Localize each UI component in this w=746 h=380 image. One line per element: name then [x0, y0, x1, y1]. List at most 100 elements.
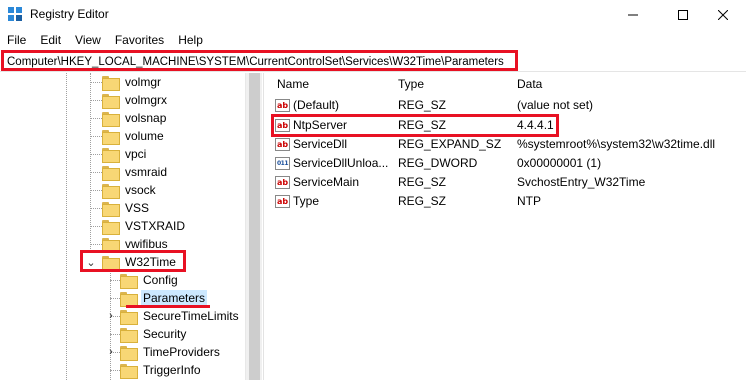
string-value-icon: ab — [275, 195, 290, 208]
tree-item-label: TimeProviders — [143, 345, 220, 359]
tree-connector — [90, 82, 102, 83]
value-name: ServiceMain — [293, 175, 360, 189]
folder-icon — [120, 327, 138, 343]
address-input[interactable]: Computer\HKEY_LOCAL_MACHINE\SYSTEM\Curre… — [1, 50, 518, 71]
value-data: %systemroot%\system32\w32time.dll — [517, 137, 716, 151]
tree-connector — [90, 100, 102, 101]
tree-connector — [90, 190, 102, 191]
folder-icon — [120, 345, 138, 361]
tree-item-vsock[interactable]: vsock — [102, 181, 158, 199]
column-header-data[interactable]: Data — [517, 77, 542, 91]
highlight-box — [271, 114, 559, 137]
value-name: ServiceDllUnloa... — [293, 156, 389, 170]
tree-item-timeproviders[interactable]: TimeProviders — [120, 343, 222, 361]
value-type: REG_EXPAND_SZ — [398, 137, 502, 151]
value-row[interactable]: ab ServiceMain REG_SZ SvchostEntry_W32Ti… — [271, 173, 746, 192]
tree-item-volmgrx[interactable]: volmgrx — [102, 91, 169, 109]
tree-connector — [110, 370, 120, 371]
folder-icon — [102, 219, 120, 235]
menu-view[interactable]: View — [68, 33, 108, 47]
tree-item-label: VSTXRAID — [125, 219, 186, 233]
maximize-icon — [678, 10, 688, 20]
tree-item-label: SecureTimeLimits — [143, 309, 239, 323]
tree-connector — [110, 298, 120, 299]
folder-icon — [102, 201, 120, 217]
chevron-right-icon[interactable]: › — [105, 346, 117, 358]
value-row[interactable]: 011 ServiceDllUnloa... REG_DWORD 0x00000… — [271, 154, 746, 173]
window-title: Registry Editor — [30, 7, 109, 21]
folder-icon — [102, 165, 120, 181]
tree-guide-line — [66, 73, 67, 380]
string-value-icon: ab — [275, 138, 290, 151]
tree-item-config[interactable]: Config — [120, 271, 180, 289]
value-row[interactable]: ab (Default) REG_SZ (value not set) — [271, 96, 746, 115]
tree-item-label: Config — [143, 273, 178, 287]
tree-connector — [90, 154, 102, 155]
tree-item-securetimelimits[interactable]: SecureTimeLimits — [120, 307, 241, 325]
value-type: REG_SZ — [398, 194, 447, 208]
folder-icon — [102, 111, 120, 127]
tree-guide-line — [110, 271, 111, 380]
tree-connector — [90, 226, 102, 227]
tree-item-label: TriggerInfo — [143, 363, 201, 377]
highlight-underline — [126, 305, 210, 308]
folder-icon — [102, 147, 120, 163]
value-type: REG_SZ — [398, 175, 447, 189]
value-type: REG_SZ — [398, 98, 447, 112]
registry-editor-icon — [8, 7, 22, 21]
tree-item-vpci[interactable]: vpci — [102, 145, 148, 163]
folder-icon — [102, 183, 120, 199]
tree-item-label: Parameters — [141, 290, 208, 306]
highlight-box — [80, 250, 186, 272]
tree-connector — [110, 334, 120, 335]
pane-splitter[interactable] — [263, 73, 271, 380]
folder-icon — [102, 129, 120, 145]
value-type: REG_DWORD — [398, 156, 478, 170]
menu-favorites[interactable]: Favorites — [108, 33, 171, 47]
value-row[interactable]: ab ServiceDll REG_EXPAND_SZ %systemroot%… — [271, 135, 746, 154]
value-name: (Default) — [293, 98, 340, 112]
chevron-right-icon[interactable]: › — [105, 310, 117, 322]
tree-connector — [90, 136, 102, 137]
minimize-button[interactable] — [610, 0, 656, 30]
tree-connector — [90, 244, 102, 245]
tree-item-triggerinfo[interactable]: TriggerInfo — [120, 361, 203, 379]
tree-scrollbar[interactable] — [245, 73, 262, 380]
string-value-icon: ab — [275, 176, 290, 189]
value-data: NTP — [517, 194, 541, 208]
value-data: SvchostEntry_W32Time — [517, 175, 646, 189]
column-header-type[interactable]: Type — [398, 77, 424, 91]
folder-icon — [120, 309, 138, 325]
scrollbar-thumb[interactable] — [249, 73, 260, 380]
column-header-name[interactable]: Name — [277, 77, 309, 91]
tree-connector — [90, 118, 102, 119]
binary-value-icon: 011 — [275, 157, 290, 170]
tree-item-vstxraid[interactable]: VSTXRAID — [102, 217, 187, 235]
value-row[interactable]: ab Type REG_SZ NTP — [271, 192, 746, 211]
value-name: ServiceDll — [293, 137, 348, 151]
tree-item-label: volmgrx — [125, 93, 168, 107]
menu-file[interactable]: File — [0, 33, 33, 47]
tree-item-security[interactable]: Security — [120, 325, 188, 343]
menu-help[interactable]: Help — [171, 33, 210, 47]
tree-item-vsmraid[interactable]: vsmraid — [102, 163, 169, 181]
tree-item-volsnap[interactable]: volsnap — [102, 109, 168, 127]
tree-item-vss[interactable]: VSS — [102, 199, 151, 217]
close-button[interactable] — [700, 0, 746, 30]
folder-icon — [102, 237, 120, 253]
tree-item-label: volsnap — [125, 111, 167, 125]
folder-icon — [120, 273, 138, 289]
tree-item-label: VSS — [125, 201, 150, 215]
tree-item-label: volmgr — [125, 75, 162, 89]
tree-item-label: Security — [143, 327, 187, 341]
close-icon — [718, 10, 728, 20]
value-name: Type — [293, 194, 320, 208]
menu-edit[interactable]: Edit — [33, 33, 68, 47]
tree-item-volume[interactable]: volume — [102, 127, 166, 145]
tree-connector — [90, 172, 102, 173]
folder-icon — [120, 363, 138, 379]
address-bar: Computer\HKEY_LOCAL_MACHINE\SYSTEM\Curre… — [0, 49, 746, 72]
tree-item-volmgr[interactable]: volmgr — [102, 73, 163, 91]
menu-bar: File Edit View Favorites Help — [0, 30, 746, 50]
value-data: 0x00000001 (1) — [517, 156, 602, 170]
